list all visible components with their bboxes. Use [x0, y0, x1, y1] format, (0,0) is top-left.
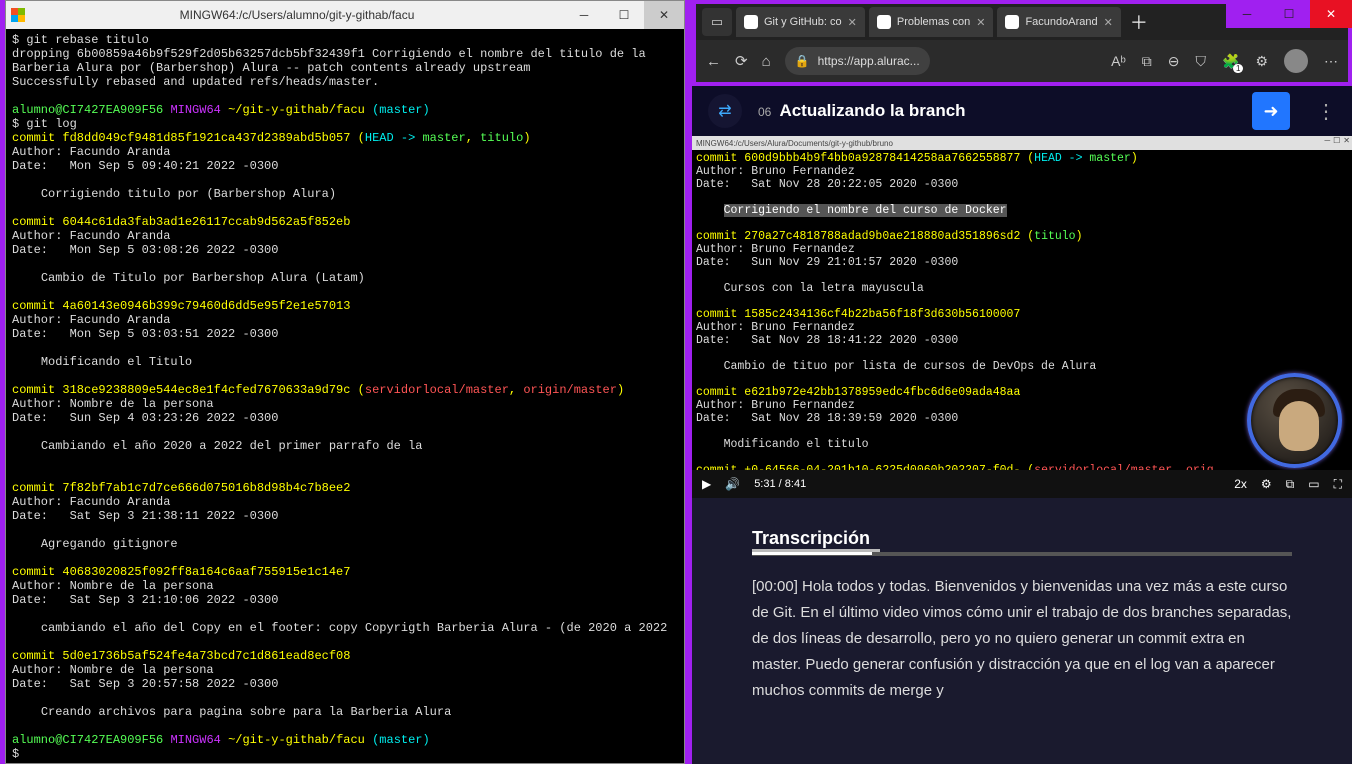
course-menu-button[interactable]: ⇄ [708, 94, 742, 128]
theater-icon[interactable]: ▭ [1308, 477, 1319, 491]
page-content: ⇄ 06 Actualizando la branch ➜ ⋮ MINGW64:… [692, 86, 1352, 764]
back-button[interactable]: ← [706, 53, 721, 70]
video-inner-title: MINGW64:/c/Users/Alura/Documents/git-y-g… [696, 139, 893, 148]
browser-window: ─ ☐ ✕ ▭ Git y GitHub: co✕Problemas con✕F… [692, 0, 1352, 764]
browser-tab[interactable]: Git y GitHub: co ✕ [736, 7, 865, 37]
transcript-body: [00:00] Hola todos y todas. Bienvenidos … [752, 574, 1292, 704]
transcript-heading: Transcripción [752, 528, 1292, 556]
browser-tab[interactable]: FacundoArand ✕ [997, 7, 1120, 37]
tab-label: Git y GitHub: co [764, 16, 842, 28]
terminal-titlebar: MINGW64:/c/Users/alumno/git-y-githab/fac… [6, 1, 684, 29]
tab-label: FacundoArand [1025, 16, 1097, 28]
collections-icon[interactable]: ⧉ [1142, 53, 1152, 70]
minimize-button[interactable]: ─ [564, 1, 604, 29]
terminal-output[interactable]: $ git rebase titulo dropping 6b00859a46b… [6, 29, 684, 763]
tab-actions-button[interactable]: ▭ [702, 8, 732, 36]
menu-button[interactable]: ⋯ [1324, 53, 1338, 70]
close-button[interactable]: ✕ [644, 1, 684, 29]
lesson-title-text: Actualizando la branch [779, 101, 965, 120]
play-button[interactable]: ▶ [702, 477, 711, 491]
address-bar[interactable]: 🔒 https://app.alurac... [785, 47, 930, 75]
presenter-webcam [1247, 373, 1342, 468]
transcript-section: Transcripción [00:00] Hola todos y todas… [692, 498, 1352, 704]
tab-close-icon[interactable]: ✕ [976, 16, 985, 29]
terminal-window: MINGW64:/c/Users/alumno/git-y-githab/fac… [5, 0, 685, 764]
tab-favicon [877, 15, 891, 29]
extension-puzzle-icon[interactable]: ⚙ [1255, 53, 1268, 70]
lock-icon: 🔒 [795, 54, 810, 68]
lesson-header: ⇄ 06 Actualizando la branch ➜ ⋮ [692, 86, 1352, 136]
favorites-icon[interactable]: ⛉ [1196, 53, 1207, 70]
extensions-icon[interactable]: 🧩1 [1222, 53, 1239, 70]
terminal-app-icon [6, 8, 30, 22]
pip-icon[interactable]: ⧉ [1286, 477, 1295, 492]
fullscreen-icon[interactable]: ⛶ [1334, 477, 1342, 492]
browser-close-button[interactable]: ✕ [1310, 0, 1352, 28]
refresh-button[interactable]: ⟳ [735, 52, 748, 70]
url-text: https://app.alurac... [818, 54, 920, 68]
home-button[interactable]: ⌂ [762, 53, 771, 70]
tab-favicon [1005, 15, 1019, 29]
zoom-out-icon[interactable]: ⊖ [1168, 53, 1180, 70]
lesson-number: 06 [758, 105, 771, 119]
video-time: 5:31 / 8:41 [754, 478, 806, 490]
settings-icon[interactable]: ⚙ [1261, 477, 1272, 491]
toolbar-icons: Aᵇ ⧉ ⊖ ⛉ 🧩1 ⚙ ⋯ [1111, 49, 1338, 73]
browser-window-controls: ─ ☐ ✕ [1226, 0, 1352, 28]
video-area: MINGW64:/c/Users/Alura/Documents/git-y-g… [692, 136, 1352, 498]
video-inner-titlebar: MINGW64:/c/Users/Alura/Documents/git-y-g… [692, 136, 1352, 150]
browser-tab[interactable]: Problemas con ✕ [869, 7, 994, 37]
terminal-window-title: MINGW64:/c/Users/alumno/git-y-githab/fac… [30, 8, 564, 22]
tab-favicon [744, 15, 758, 29]
playback-speed[interactable]: 2x [1234, 477, 1247, 491]
video-controls: ▶ 🔊 5:31 / 8:41 2x ⚙ ⧉ ▭ ⛶ [692, 470, 1352, 498]
browser-maximize-button[interactable]: ☐ [1268, 0, 1310, 28]
profile-avatar[interactable] [1284, 49, 1308, 73]
tab-close-icon[interactable]: ✕ [848, 16, 857, 29]
tab-label: Problemas con [897, 16, 970, 28]
toolbar: ← ⟳ ⌂ 🔒 https://app.alurac... Aᵇ ⧉ ⊖ ⛉ 🧩… [696, 40, 1348, 82]
maximize-button[interactable]: ☐ [604, 1, 644, 29]
volume-button[interactable]: 🔊 [725, 477, 740, 491]
lesson-more-button[interactable]: ⋮ [1316, 99, 1336, 124]
lesson-title: 06 Actualizando la branch [758, 101, 966, 121]
browser-minimize-button[interactable]: ─ [1226, 0, 1268, 28]
new-tab-button[interactable]: ＋ [1125, 8, 1153, 36]
next-lesson-button[interactable]: ➜ [1252, 92, 1290, 130]
video-terminal-scene[interactable]: commit 600d9bbb4b9f4bb0a92878414258aa766… [692, 150, 1352, 470]
tab-close-icon[interactable]: ✕ [1104, 16, 1113, 29]
read-aloud-icon[interactable]: Aᵇ [1111, 53, 1126, 69]
